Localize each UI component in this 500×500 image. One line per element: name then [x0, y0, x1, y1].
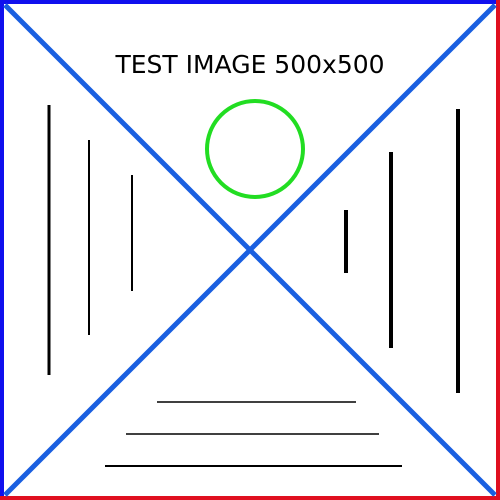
title-text: TEST IMAGE 500x500 — [114, 50, 384, 79]
test-pattern-svg: TEST IMAGE 500x500 — [0, 0, 500, 500]
test-image-canvas: TEST IMAGE 500x500 — [0, 0, 500, 500]
